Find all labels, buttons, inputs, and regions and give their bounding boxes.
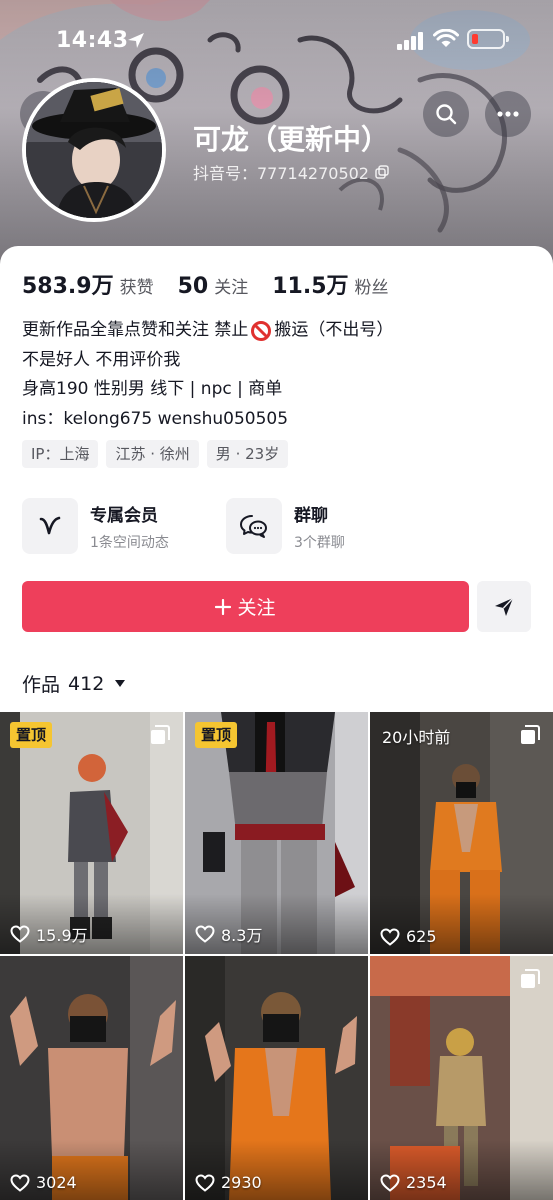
video-tile[interactable]: 20小时前 625 (370, 712, 553, 954)
more-dots-icon (497, 111, 519, 117)
group-chat-icon-box (226, 498, 282, 554)
bio-line: 身高190 性别男 线下 | npc | 商单 (22, 379, 283, 399)
video-likes: 8.3万 (195, 922, 262, 946)
video-likes-count: 3024 (36, 1173, 77, 1192)
bio-line: 不是好人 不用评价我 (22, 349, 181, 370)
bio-line1-part-a: 更新作品全靠点赞和关注 禁止 (22, 320, 249, 340)
video-likes: 2354 (380, 1173, 447, 1192)
search-icon (436, 104, 457, 125)
heart-icon (195, 1173, 215, 1192)
video-likes: 2930 (195, 1173, 262, 1192)
hometown-tag[interactable]: 江苏 · 徐州 (106, 440, 199, 468)
search-button[interactable] (423, 91, 469, 137)
works-count: 412 (68, 672, 105, 695)
send-icon (495, 597, 514, 616)
membership-title: 专属会员 (90, 505, 158, 526)
nickname: 可龙（更新中） (193, 123, 390, 156)
group-chat-entry[interactable]: 群聊 3个群聊 (226, 496, 345, 556)
membership-subtitle: 1条空间动态 (90, 534, 169, 551)
heart-icon (380, 1173, 400, 1192)
video-likes: 3024 (10, 1173, 77, 1192)
works-tab[interactable]: 作品 412 (22, 670, 126, 697)
bio-line: ins：kelong675 wenshu050505 (22, 408, 289, 429)
bio-line: 更新作品全靠点赞和关注 禁止 搬运（不出号） (22, 316, 393, 346)
status-time: 14:43 (56, 28, 129, 53)
posted-time-badge: 20小时前 (382, 728, 451, 747)
following-count[interactable]: 50 (178, 274, 209, 299)
video-likes-count: 2930 (221, 1173, 262, 1192)
pinned-badge: 置顶 (195, 722, 238, 748)
more-button[interactable] (485, 91, 531, 137)
bio-line1-part-b: 搬运（不出号） (274, 320, 394, 340)
followers-count[interactable]: 11.5万 (272, 268, 348, 300)
works-label: 作品 (22, 674, 61, 696)
video-tile[interactable]: 3024 (0, 956, 183, 1200)
followers-label[interactable]: 粉丝 (355, 273, 389, 298)
wifi-icon (433, 29, 459, 47)
ip-location-tag: IP：上海 (22, 440, 99, 468)
group-chat-title: 群聊 (294, 505, 328, 526)
group-chat-subtitle: 3个群聊 (294, 534, 345, 551)
gender-age-tag: 男 · 23岁 (206, 440, 289, 468)
video-likes-count: 625 (406, 927, 437, 946)
cellular-signal-icon (397, 32, 423, 50)
douyin-id: 抖音号：77714270502 (193, 164, 369, 183)
multi-image-icon (521, 725, 540, 744)
video-grid: 置顶 15.9万 置顶 8.3万 20小时前 625 3024 2930 235… (0, 712, 553, 1200)
membership-entry[interactable]: 专属会员 1条空间动态 (22, 496, 169, 556)
caret-down-icon (115, 679, 126, 687)
heart-icon (10, 925, 30, 943)
pinned-badge: 置顶 (10, 722, 53, 748)
bio: 更新作品全靠点赞和关注 禁止 搬运（不出号） 不是好人 不用评价我 身高190 … (22, 316, 393, 434)
following-label[interactable]: 关注 (214, 273, 248, 298)
profile-card: 583.9万 获赞 50 关注 11.5万 粉丝 更新作品全靠点赞和关注 禁止 … (0, 246, 553, 1200)
status-bar: 14:43 (0, 0, 553, 80)
video-tile[interactable]: 置顶 8.3万 (185, 712, 368, 954)
video-tile[interactable]: 2930 (185, 956, 368, 1200)
multi-image-icon (151, 725, 170, 744)
heart-icon (195, 925, 215, 943)
follow-button[interactable]: 关注 (22, 581, 469, 632)
douyin-id-row[interactable]: 抖音号：77714270502 (193, 160, 389, 184)
video-likes-count: 15.9万 (36, 926, 88, 945)
likes-count: 583.9万 (22, 274, 114, 299)
stats-row: 583.9万 获赞 50 关注 11.5万 粉丝 (22, 268, 413, 300)
video-likes-count: 8.3万 (221, 926, 263, 945)
avatar[interactable] (22, 78, 166, 222)
prohibited-icon (251, 320, 272, 341)
membership-icon-box (22, 498, 78, 554)
location-arrow-icon (128, 33, 144, 48)
v-icon (39, 516, 61, 535)
video-likes: 625 (380, 927, 437, 946)
heart-icon (10, 1173, 30, 1192)
multi-image-icon (521, 969, 540, 988)
heart-icon (380, 927, 400, 946)
plus-icon (215, 598, 232, 615)
avatar-image (26, 82, 162, 218)
video-likes: 15.9万 (10, 922, 88, 946)
send-message-button[interactable] (477, 581, 531, 632)
copy-icon[interactable] (375, 165, 389, 179)
video-likes-count: 2354 (406, 1173, 447, 1192)
video-tile[interactable]: 2354 (370, 956, 553, 1200)
feature-entries: 专属会员 1条空间动态 群聊 3个群聊 (22, 496, 532, 556)
likes-label: 获赞 (119, 278, 154, 298)
follow-label: 关注 (237, 597, 276, 619)
battery-icon (467, 29, 509, 49)
profile-tags: IP：上海 江苏 · 徐州 男 · 23岁 (22, 440, 289, 468)
chat-bubbles-icon (240, 515, 267, 538)
video-tile[interactable]: 置顶 15.9万 (0, 712, 183, 954)
